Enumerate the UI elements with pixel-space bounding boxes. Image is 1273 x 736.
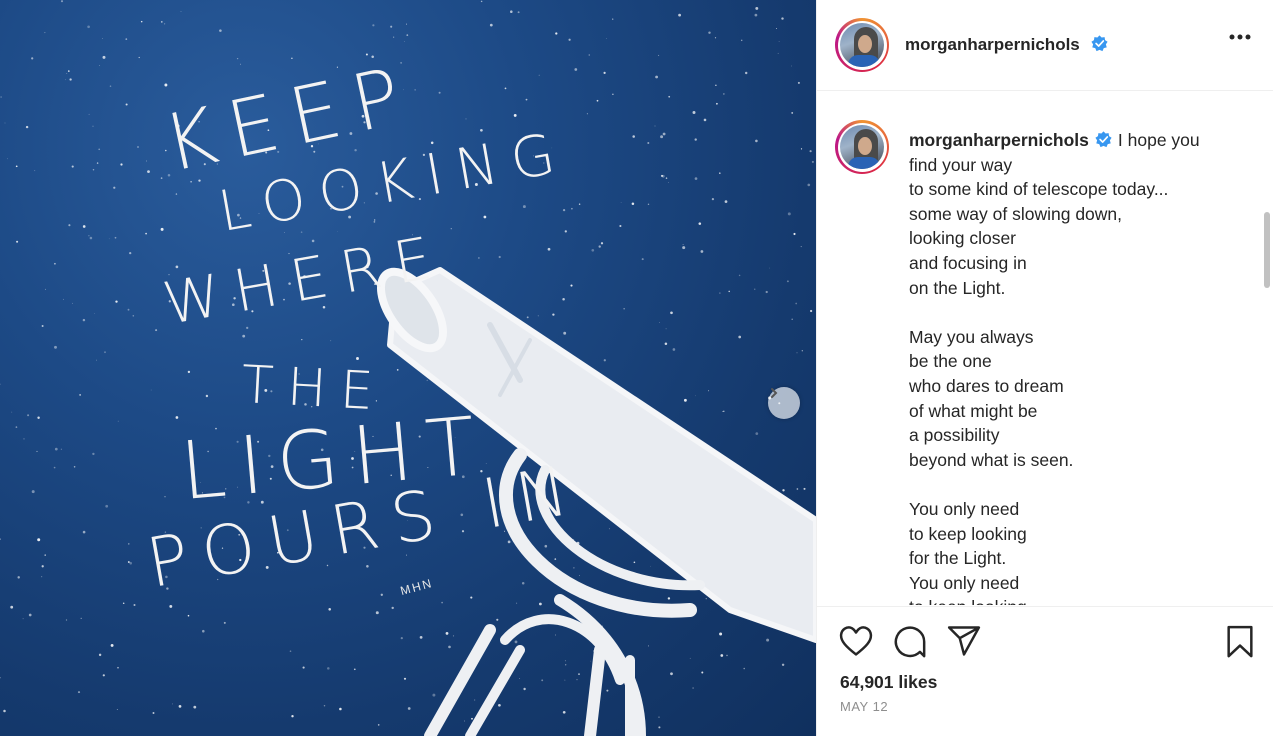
- caption-line: for the Light.: [909, 548, 1007, 569]
- header-username[interactable]: morganharpernichols: [905, 35, 1108, 55]
- caption-line: looking closer: [909, 228, 1016, 249]
- comment-icon[interactable]: [893, 625, 927, 659]
- caption-line: You only need: [909, 572, 1020, 593]
- caption-line: May you always: [909, 326, 1034, 347]
- caption-line: to keep looking: [909, 523, 1027, 544]
- caption-line: You only need: [909, 498, 1020, 519]
- caption-line: of what might be: [909, 400, 1038, 421]
- caption-line: find your way: [909, 154, 1013, 175]
- caption-first-line: I hope you: [1117, 130, 1200, 150]
- verified-badge-icon: [1090, 35, 1108, 52]
- avatar[interactable]: [835, 18, 889, 72]
- caption-line: on the Light.: [909, 277, 1006, 298]
- caption-text: morganharpernichols I hope you find your …: [909, 128, 1200, 605]
- chevron-right-icon: [771, 388, 778, 398]
- bookmark-icon[interactable]: [1225, 625, 1255, 659]
- post-actions: 64,901 likes: [817, 606, 1273, 736]
- post-panel: morganharpernichols morganharpernichols I…: [816, 0, 1273, 736]
- next-image-button[interactable]: [768, 387, 800, 419]
- caption-line: beyond what is seen.: [909, 449, 1074, 470]
- caption-line: be the one: [909, 351, 992, 372]
- post-image[interactable]: KEEP LOOKING WHERE THE LIGHT POURS IN MH…: [0, 0, 816, 736]
- more-horizontal-icon[interactable]: [1229, 34, 1251, 40]
- caption-username[interactable]: morganharpernichols: [909, 130, 1089, 150]
- caption-line: to keep looking.: [909, 595, 1200, 605]
- caption-avatar[interactable]: [835, 120, 889, 174]
- caption-line: a possibility: [909, 425, 1000, 446]
- username-link[interactable]: morganharpernichols: [905, 35, 1080, 54]
- caption-line: to some kind of telescope today...: [909, 179, 1169, 200]
- verified-badge-icon: [1095, 131, 1112, 148]
- comments-scrollbar[interactable]: [1264, 212, 1270, 288]
- post-header: morganharpernichols: [817, 0, 1273, 91]
- caption-line: and focusing in: [909, 252, 1027, 273]
- share-icon[interactable]: [947, 625, 981, 657]
- likes-count[interactable]: 64,901 likes: [840, 672, 937, 693]
- caption-line: some way of slowing down,: [909, 203, 1123, 224]
- caption: morganharpernichols I hope you find your …: [835, 120, 1255, 605]
- caption-line: who dares to dream: [909, 375, 1064, 396]
- comments-section[interactable]: morganharpernichols I hope you find your …: [817, 92, 1273, 605]
- post-date[interactable]: MAY 12: [840, 699, 888, 714]
- heart-icon[interactable]: [839, 625, 873, 657]
